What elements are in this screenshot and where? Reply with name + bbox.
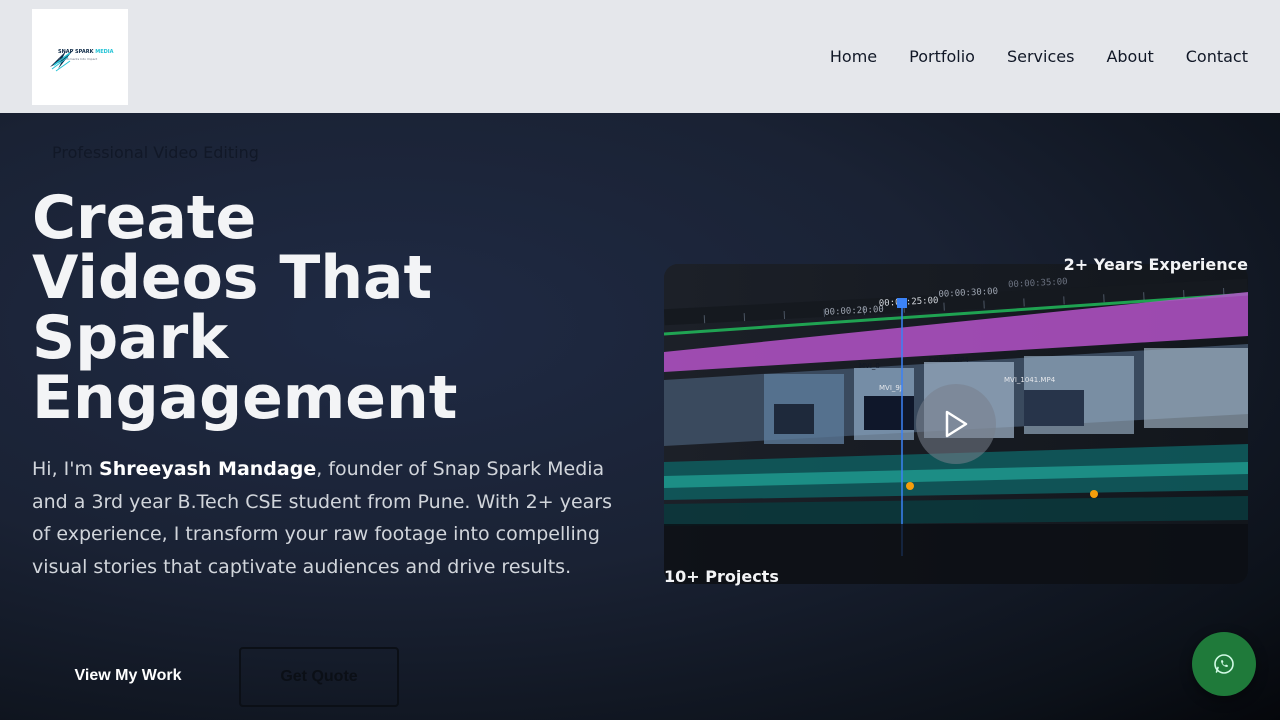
- video-preview[interactable]: 00:00:20:00 00:00:25:00 00:00:30:00 00:0…: [664, 264, 1248, 584]
- view-my-work-button[interactable]: View My Work: [32, 647, 224, 705]
- nav-about-link[interactable]: About: [1106, 47, 1153, 66]
- logo-wordmark: SNAP SPARK MEDIA: [58, 48, 114, 55]
- nav-contact-link[interactable]: Contact: [1186, 47, 1248, 66]
- main-nav: Home Portfolio Services About Contact: [798, 47, 1248, 66]
- clip-label: MVI_0: [859, 362, 880, 370]
- nav-portfolio-link[interactable]: Portfolio: [909, 47, 975, 66]
- site-header: SNAP SPARK MEDIA Turn Moments Into Impac…: [0, 0, 1280, 113]
- headline-line: Create: [32, 183, 257, 253]
- whatsapp-icon: [1214, 654, 1234, 674]
- get-quote-button[interactable]: Get Quote: [239, 647, 399, 707]
- play-button[interactable]: [916, 384, 996, 464]
- headline-line: Engagement: [32, 363, 458, 433]
- hero-headline: Create Videos That Spark Engagement: [32, 188, 612, 428]
- clip-label: MVI_1041.MP4: [1004, 376, 1056, 384]
- hero-intro: Hi, I'm Shreeyash Mandage, founder of Sn…: [32, 458, 613, 578]
- nav-home-link[interactable]: Home: [830, 47, 877, 66]
- founder-name: Shreeyash Mandage: [99, 458, 317, 480]
- projects-stat: 10+ Projects: [664, 567, 779, 586]
- logo-tagline: Turn Moments Into Impact: [58, 56, 98, 61]
- hero-tagline: Professional Video Editing: [52, 143, 259, 162]
- logo[interactable]: SNAP SPARK MEDIA Turn Moments Into Impac…: [32, 8, 128, 105]
- experience-stat: 2+ Years Experience: [1063, 255, 1248, 274]
- clip-label: MVI_9J: [879, 384, 902, 392]
- hero-section: Professional Video Editing Create Videos…: [0, 113, 1280, 720]
- nav-services-link[interactable]: Services: [1007, 47, 1074, 66]
- clip-label: C0086.MP4: [929, 356, 969, 364]
- play-icon: [945, 410, 968, 438]
- whatsapp-button[interactable]: [1192, 632, 1256, 696]
- headline-line: Spark: [32, 303, 229, 373]
- headline-line: Videos That: [32, 243, 433, 313]
